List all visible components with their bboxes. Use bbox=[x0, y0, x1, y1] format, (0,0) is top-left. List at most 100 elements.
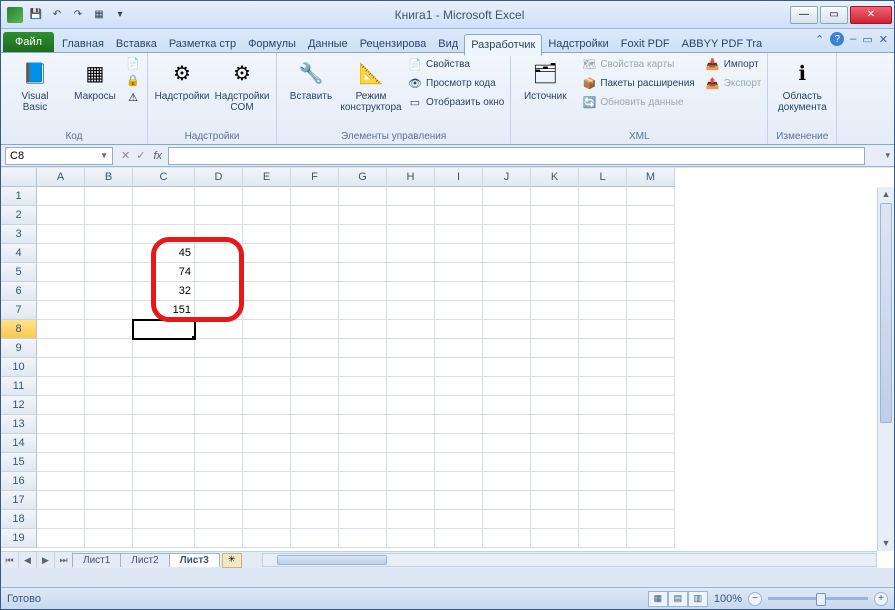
cell-J16[interactable] bbox=[483, 472, 531, 491]
zoom-slider[interactable] bbox=[768, 597, 868, 600]
cell-K2[interactable] bbox=[531, 206, 579, 225]
cell-D1[interactable] bbox=[195, 187, 243, 206]
cell-E18[interactable] bbox=[243, 510, 291, 529]
row-header-8[interactable]: 8 bbox=[1, 320, 37, 339]
cell-K10[interactable] bbox=[531, 358, 579, 377]
tab-вставка[interactable]: Вставка bbox=[110, 34, 163, 54]
cell-G17[interactable] bbox=[339, 491, 387, 510]
cell-F11[interactable] bbox=[291, 377, 339, 396]
row-header-7[interactable]: 7 bbox=[1, 301, 37, 320]
cell-H10[interactable] bbox=[387, 358, 435, 377]
cell-D6[interactable] bbox=[195, 282, 243, 301]
cell-I2[interactable] bbox=[435, 206, 483, 225]
cell-K5[interactable] bbox=[531, 263, 579, 282]
cell-F8[interactable] bbox=[291, 320, 339, 339]
cell-E14[interactable] bbox=[243, 434, 291, 453]
zoom-in[interactable]: + bbox=[874, 592, 888, 606]
cell-H16[interactable] bbox=[387, 472, 435, 491]
scroll-up-icon[interactable]: ▲ bbox=[878, 187, 894, 202]
cell-I8[interactable] bbox=[435, 320, 483, 339]
cell-C6[interactable]: 32 bbox=[133, 282, 195, 301]
cell-I3[interactable] bbox=[435, 225, 483, 244]
cell-A11[interactable] bbox=[37, 377, 85, 396]
ribbon-small-icon[interactable]: 📄 bbox=[125, 55, 141, 71]
cell-K18[interactable] bbox=[531, 510, 579, 529]
cell-A1[interactable] bbox=[37, 187, 85, 206]
cell-H5[interactable] bbox=[387, 263, 435, 282]
cell-C17[interactable] bbox=[133, 491, 195, 510]
cell-I1[interactable] bbox=[435, 187, 483, 206]
cell-E13[interactable] bbox=[243, 415, 291, 434]
cell-E12[interactable] bbox=[243, 396, 291, 415]
doc-restore[interactable]: ▭ bbox=[862, 33, 872, 46]
cell-A19[interactable] bbox=[37, 529, 85, 548]
cell-M3[interactable] bbox=[627, 225, 675, 244]
cell-D15[interactable] bbox=[195, 453, 243, 472]
cell-C5[interactable]: 74 bbox=[133, 263, 195, 282]
new-sheet-button[interactable]: ✳ bbox=[222, 553, 242, 568]
cell-D13[interactable] bbox=[195, 415, 243, 434]
cell-F15[interactable] bbox=[291, 453, 339, 472]
cell-E7[interactable] bbox=[243, 301, 291, 320]
cell-C9[interactable] bbox=[133, 339, 195, 358]
cell-I13[interactable] bbox=[435, 415, 483, 434]
cell-L8[interactable] bbox=[579, 320, 627, 339]
horizontal-scrollbar[interactable] bbox=[262, 553, 877, 567]
cell-C18[interactable] bbox=[133, 510, 195, 529]
cell-L1[interactable] bbox=[579, 187, 627, 206]
ribbon-надстройки-com[interactable]: ⚙НадстройкиCOM bbox=[214, 55, 270, 115]
row-header-15[interactable]: 15 bbox=[1, 453, 37, 472]
cell-E19[interactable] bbox=[243, 529, 291, 548]
doc-minimize[interactable]: – bbox=[850, 33, 856, 45]
cell-A12[interactable] bbox=[37, 396, 85, 415]
cell-I19[interactable] bbox=[435, 529, 483, 548]
cell-A13[interactable] bbox=[37, 415, 85, 434]
cell-K8[interactable] bbox=[531, 320, 579, 339]
cell-B7[interactable] bbox=[85, 301, 133, 320]
ribbon-вставить[interactable]: 🔧Вставить bbox=[283, 55, 339, 104]
sheet-tab-Лист1[interactable]: Лист1 bbox=[72, 553, 121, 567]
cell-I15[interactable] bbox=[435, 453, 483, 472]
cell-B3[interactable] bbox=[85, 225, 133, 244]
cell-M17[interactable] bbox=[627, 491, 675, 510]
cell-F13[interactable] bbox=[291, 415, 339, 434]
cell-J4[interactable] bbox=[483, 244, 531, 263]
row-header-18[interactable]: 18 bbox=[1, 510, 37, 529]
cell-G1[interactable] bbox=[339, 187, 387, 206]
row-header-4[interactable]: 4 bbox=[1, 244, 37, 263]
cell-C19[interactable] bbox=[133, 529, 195, 548]
cell-H12[interactable] bbox=[387, 396, 435, 415]
cell-A2[interactable] bbox=[37, 206, 85, 225]
row-header-2[interactable]: 2 bbox=[1, 206, 37, 225]
cell-G4[interactable] bbox=[339, 244, 387, 263]
cell-G10[interactable] bbox=[339, 358, 387, 377]
cell-L7[interactable] bbox=[579, 301, 627, 320]
cell-F6[interactable] bbox=[291, 282, 339, 301]
cell-D16[interactable] bbox=[195, 472, 243, 491]
ribbon-макросы[interactable]: ▦Макросы bbox=[67, 55, 123, 104]
cell-J11[interactable] bbox=[483, 377, 531, 396]
cell-J6[interactable] bbox=[483, 282, 531, 301]
cell-B8[interactable] bbox=[85, 320, 133, 339]
cell-L16[interactable] bbox=[579, 472, 627, 491]
cell-A15[interactable] bbox=[37, 453, 85, 472]
cell-D14[interactable] bbox=[195, 434, 243, 453]
tab-foxit pdf[interactable]: Foxit PDF bbox=[615, 34, 676, 54]
cell-M19[interactable] bbox=[627, 529, 675, 548]
cell-B14[interactable] bbox=[85, 434, 133, 453]
view-page-layout[interactable]: ▤ bbox=[668, 591, 688, 607]
row-header-10[interactable]: 10 bbox=[1, 358, 37, 377]
col-header-E[interactable]: E bbox=[243, 168, 291, 187]
cell-H4[interactable] bbox=[387, 244, 435, 263]
cell-C4[interactable]: 45 bbox=[133, 244, 195, 263]
row-header-9[interactable]: 9 bbox=[1, 339, 37, 358]
cell-F2[interactable] bbox=[291, 206, 339, 225]
cell-M10[interactable] bbox=[627, 358, 675, 377]
cell-K4[interactable] bbox=[531, 244, 579, 263]
cell-A18[interactable] bbox=[37, 510, 85, 529]
cell-E11[interactable] bbox=[243, 377, 291, 396]
col-header-K[interactable]: K bbox=[531, 168, 579, 187]
cell-F3[interactable] bbox=[291, 225, 339, 244]
cell-J1[interactable] bbox=[483, 187, 531, 206]
cell-K15[interactable] bbox=[531, 453, 579, 472]
